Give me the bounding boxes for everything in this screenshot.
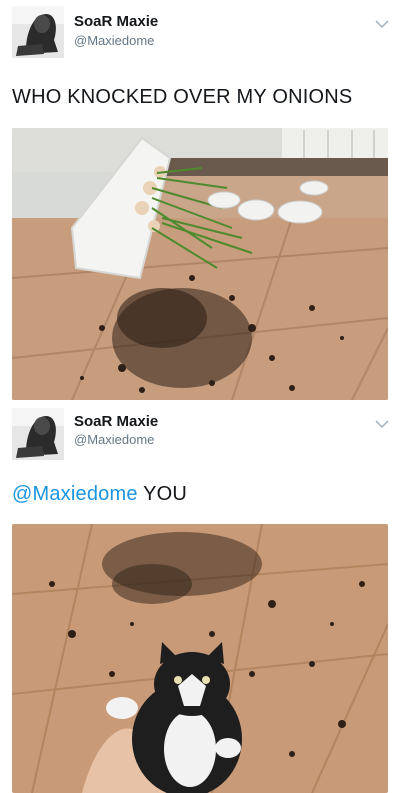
tweet-text: @Maxiedome YOU [12, 483, 187, 506]
avatar-photo-icon [12, 408, 64, 460]
tweet-text-rest: YOU [137, 483, 188, 505]
avatar-photo-icon [12, 6, 64, 58]
avatar[interactable] [12, 408, 64, 460]
author-handle[interactable]: @Maxiedome [74, 432, 154, 447]
author-name[interactable]: SoaR Maxie [74, 13, 158, 30]
author-handle[interactable]: @Maxiedome [74, 33, 154, 48]
tweet-2: SoaR Maxie @Maxiedome @Maxiedome YOU [0, 400, 400, 793]
tweet-photo-cat[interactable] [12, 524, 388, 793]
mention-link[interactable]: @Maxiedome [12, 483, 138, 505]
tweet-photo-onions[interactable] [12, 128, 388, 400]
chevron-down-icon[interactable] [374, 416, 390, 432]
avatar[interactable] [12, 6, 64, 58]
chevron-down-icon[interactable] [374, 16, 390, 32]
tweet-1: SoaR Maxie @Maxiedome WHO KNOCKED OVER M… [0, 0, 400, 400]
author-name[interactable]: SoaR Maxie [74, 413, 158, 430]
tweet-text: WHO KNOCKED OVER MY ONIONS [12, 86, 353, 108]
